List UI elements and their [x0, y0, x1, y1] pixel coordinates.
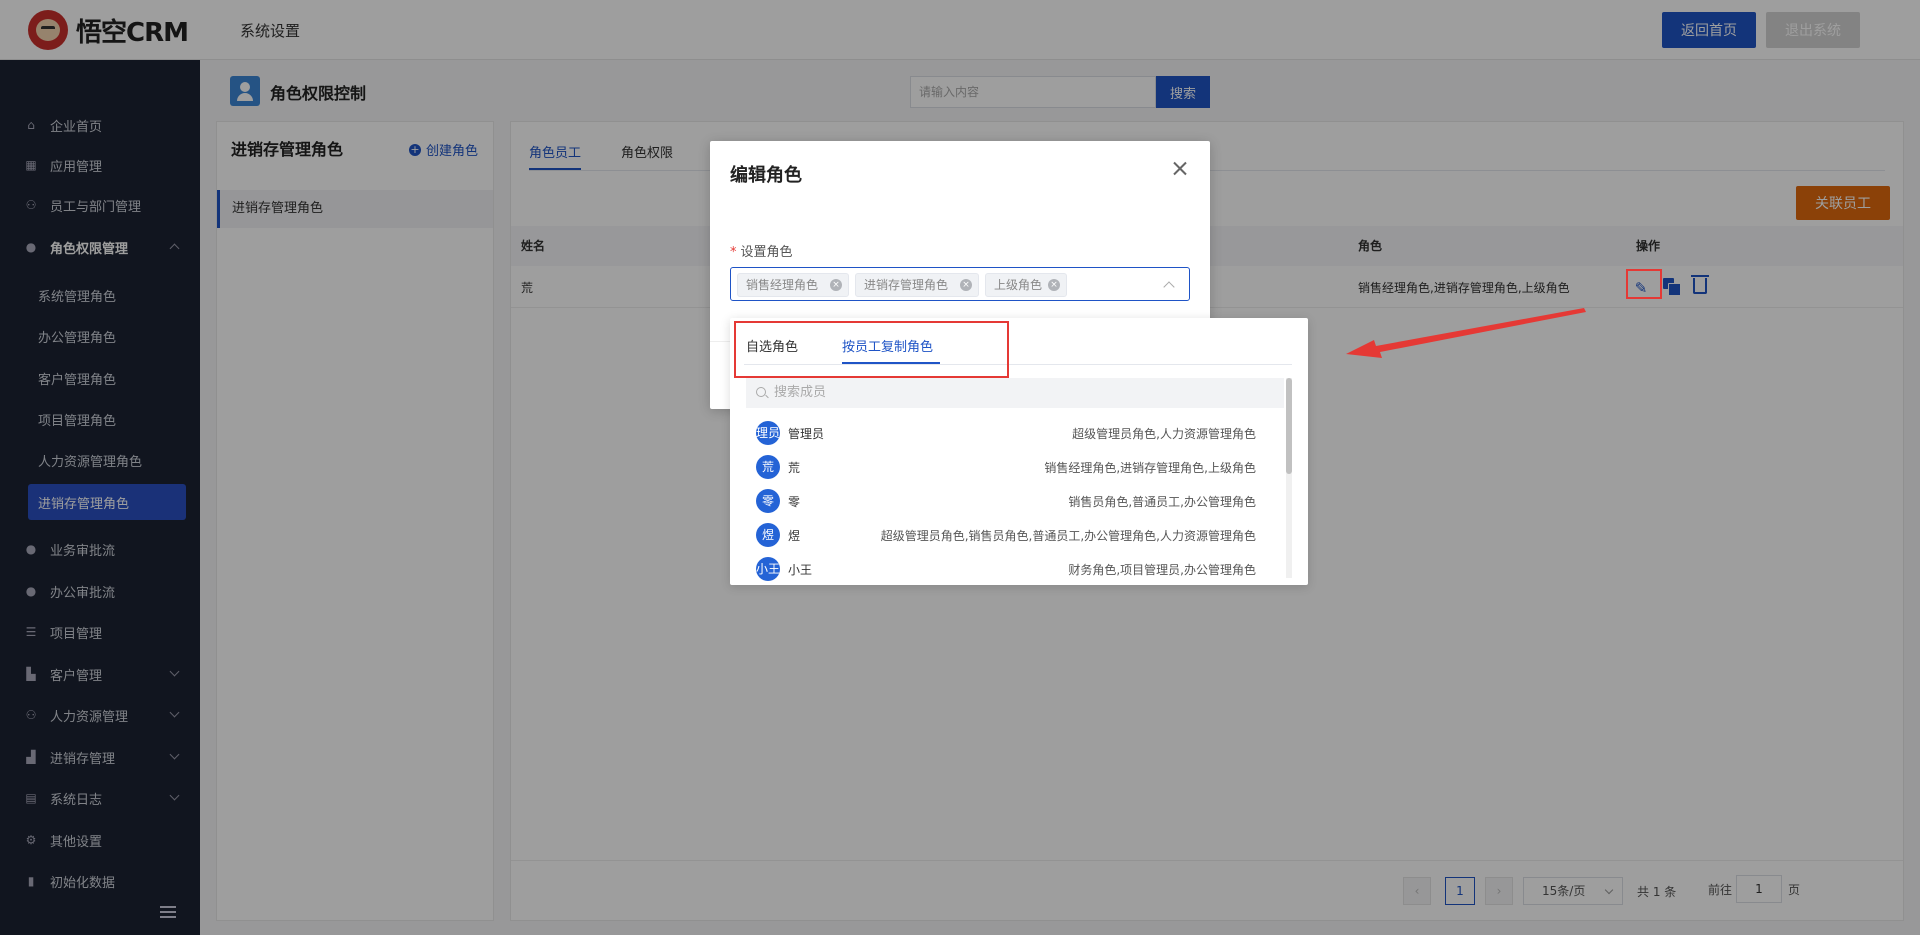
- member-name: 小王: [788, 563, 813, 577]
- scrollbar-thumb[interactable]: [1286, 378, 1292, 474]
- member-roles: 销售员角色,普通员工,办公管理角色: [1068, 495, 1256, 509]
- role-chip: 上级角色 ×: [985, 273, 1067, 297]
- member-roles: 超级管理员角色,人力资源管理角色: [1072, 427, 1256, 441]
- close-icon[interactable]: [1170, 159, 1190, 179]
- member-roles: 超级管理员角色,销售员角色,普通员工,办公管理角色,人力资源管理角色: [880, 529, 1256, 543]
- member-roles: 财务角色,项目管理员,办公管理角色: [1068, 563, 1256, 577]
- member-name: 零: [788, 495, 801, 509]
- member-roles: 销售经理角色,进销存管理角色,上级角色: [1044, 461, 1256, 475]
- member-name: 荒: [788, 461, 801, 475]
- member-name: 煜: [788, 529, 801, 543]
- chevron-up-icon[interactable]: [1163, 281, 1175, 293]
- role-chip-label: 上级角色: [994, 278, 1043, 292]
- annotation-arrow: [1346, 308, 1586, 358]
- list-item[interactable]: 零零 销售员角色,普通员工,办公管理角色: [756, 489, 1256, 513]
- list-item[interactable]: 理员 管理员 超级管理员角色,人力资源管理角色: [756, 421, 1256, 445]
- avatar: 小王: [756, 557, 780, 581]
- list-item[interactable]: 荒荒 销售经理角色,进销存管理角色,上级角色: [756, 455, 1256, 479]
- avatar: 煜: [756, 523, 780, 547]
- member-search-input[interactable]: 搜索成员: [746, 378, 1284, 408]
- list-item[interactable]: 小王 小王 财务角色,项目管理员,办公管理角色: [756, 557, 1256, 581]
- role-chip: 销售经理角色 ×: [737, 273, 849, 297]
- member-name: 管理员: [788, 427, 825, 441]
- role-multiselect[interactable]: 销售经理角色 × 进销存管理角色 × 上级角色 ×: [730, 267, 1190, 301]
- set-role-label-text: 设置角色: [740, 245, 793, 260]
- role-chip-label: 销售经理角色: [746, 278, 819, 292]
- set-role-label: * 设置角色: [730, 241, 793, 260]
- avatar: 理员: [756, 421, 780, 445]
- remove-chip-icon[interactable]: ×: [960, 279, 972, 291]
- list-item[interactable]: 煜煜 超级管理员角色,销售员角色,普通员工,办公管理角色,人力资源管理角色: [756, 523, 1256, 547]
- avatar: 荒: [756, 455, 780, 479]
- avatar: 零: [756, 489, 780, 513]
- remove-chip-icon[interactable]: ×: [1048, 279, 1060, 291]
- required-mark: *: [730, 245, 737, 260]
- search-icon: [756, 387, 766, 397]
- member-search-placeholder: 搜索成员: [774, 385, 827, 400]
- remove-chip-icon[interactable]: ×: [830, 279, 842, 291]
- tabs-highlight-box: [734, 321, 1009, 378]
- edit-highlight-box: [1626, 269, 1662, 299]
- role-chip: 进销存管理角色 ×: [855, 273, 979, 297]
- role-chip-label: 进销存管理角色: [864, 278, 949, 292]
- dialog-title: 编辑角色: [730, 165, 802, 186]
